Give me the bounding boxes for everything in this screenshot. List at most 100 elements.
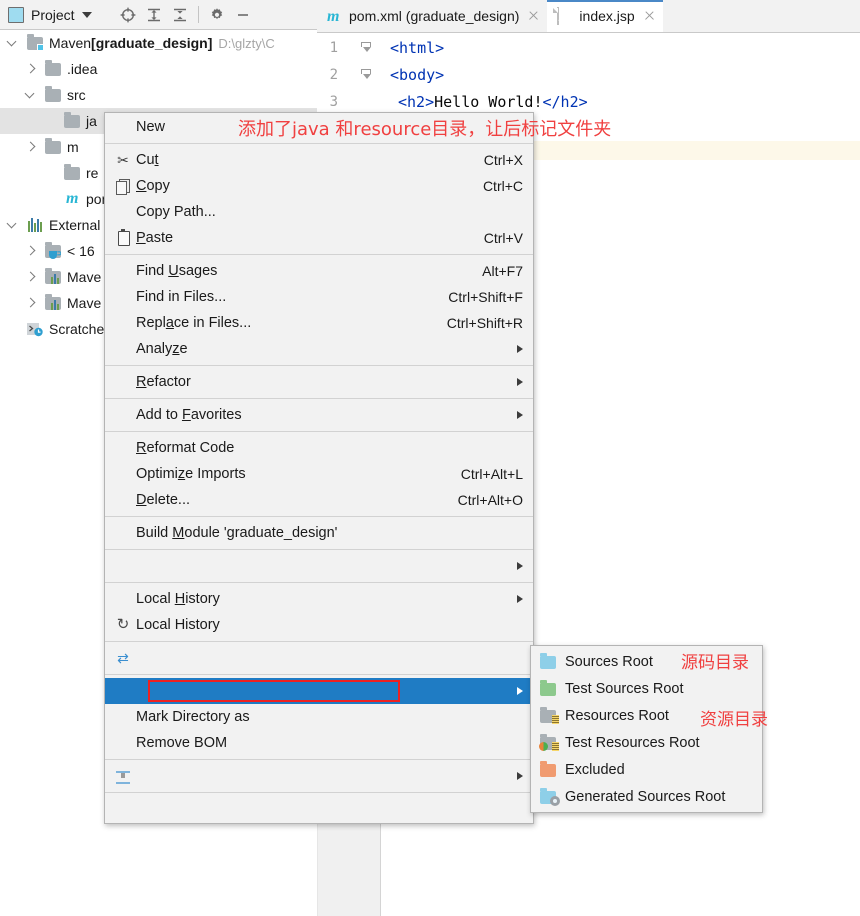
menu-item-remove-bom[interactable]: Mark Directory as bbox=[105, 704, 533, 730]
menu-item-refactor[interactable]: Refactor bbox=[105, 369, 533, 395]
tree-label: re bbox=[86, 165, 99, 181]
code-fold-icon[interactable] bbox=[361, 69, 372, 80]
sources-root-folder-icon bbox=[540, 652, 558, 669]
chevron-right-icon[interactable] bbox=[26, 246, 37, 257]
chevron-down-icon[interactable] bbox=[8, 38, 19, 49]
close-icon[interactable] bbox=[527, 10, 539, 22]
menu-item-label: Local History bbox=[136, 591, 220, 607]
maven-lib-icon bbox=[45, 294, 62, 310]
menu-item-mark-directory-as[interactable] bbox=[105, 678, 533, 704]
chevron-right-icon[interactable] bbox=[26, 64, 37, 75]
menu-separator bbox=[105, 792, 533, 793]
no-icon bbox=[113, 466, 133, 482]
menu-shortcut: Ctrl+Shift+F bbox=[448, 289, 523, 305]
expand-all-icon[interactable] bbox=[141, 2, 167, 28]
tree-label: < 16 bbox=[67, 243, 95, 259]
menu-separator bbox=[105, 549, 533, 550]
menu-item-paste[interactable]: Paste Ctrl+V bbox=[105, 225, 533, 251]
chevron-down-icon[interactable] bbox=[81, 11, 92, 18]
submenu-item-label: Resources Root bbox=[565, 707, 669, 724]
copy-icon bbox=[113, 178, 133, 195]
menu-item-optimize-imports[interactable]: Optimize Imports Ctrl+Alt+L bbox=[105, 461, 533, 487]
menu-item-copy-path[interactable]: Copy Path... bbox=[105, 199, 533, 225]
submenu-item-excluded[interactable]: Excluded bbox=[531, 756, 762, 783]
toolbar-divider bbox=[197, 6, 199, 23]
tree-label: src bbox=[67, 87, 86, 103]
no-icon bbox=[113, 119, 133, 135]
menu-item-reformat-code[interactable]: Reformat Code bbox=[105, 435, 533, 461]
annotation-highlight-box bbox=[148, 680, 400, 702]
menu-item-find-usages[interactable]: Find Usages Alt+F7 bbox=[105, 258, 533, 284]
locate-target-icon[interactable] bbox=[115, 2, 141, 28]
tree-label: Maven bbox=[49, 35, 92, 51]
menu-item-label: Find Usages bbox=[136, 263, 218, 279]
gear-icon[interactable] bbox=[204, 2, 230, 28]
chevron-down-icon[interactable] bbox=[26, 90, 37, 101]
tree-row-src[interactable]: src bbox=[0, 82, 317, 108]
tree-label-module: [graduate_design] bbox=[91, 35, 213, 51]
tab-label: index.jsp bbox=[579, 8, 635, 24]
menu-item-add-to-favorites[interactable]: Add to Favorites bbox=[105, 402, 533, 428]
menu-separator bbox=[105, 759, 533, 760]
menu-item-label: Refactor bbox=[136, 374, 191, 390]
menu-item-open-in[interactable] bbox=[105, 553, 533, 579]
menu-separator bbox=[105, 254, 533, 255]
menu-separator bbox=[105, 143, 533, 144]
menu-item-cut[interactable]: ✂ Cut Ctrl+X bbox=[105, 147, 533, 173]
tree-label: ja bbox=[86, 113, 97, 129]
menu-item-convert-java-to-kotlin[interactable] bbox=[105, 796, 533, 822]
menu-item-label: Replace in Files... bbox=[136, 315, 252, 331]
tab-index-jsp[interactable]: JSP index.jsp bbox=[547, 0, 663, 32]
menu-item-delete[interactable]: Delete... Ctrl+Alt+O bbox=[105, 487, 533, 513]
menu-item-compare-with[interactable]: ⇄ bbox=[105, 645, 533, 671]
line-number: 2 bbox=[329, 67, 338, 83]
no-icon bbox=[113, 204, 133, 220]
menu-shortcut: Ctrl+Alt+L bbox=[460, 466, 523, 482]
close-icon[interactable] bbox=[643, 10, 655, 22]
menu-separator bbox=[105, 641, 533, 642]
menu-item-local-history[interactable]: Local History bbox=[105, 586, 533, 612]
menu-item-build-module[interactable]: Build Module 'graduate_design' bbox=[105, 520, 533, 546]
minimize-icon[interactable] bbox=[230, 2, 256, 28]
code-line: <h2>Hello World!</h2> bbox=[398, 93, 588, 111]
context-menu[interactable]: New ✂ Cut Ctrl+X Copy Ctrl+C Copy Path..… bbox=[104, 112, 534, 824]
menu-separator bbox=[105, 365, 533, 366]
menu-item-analyze[interactable]: Analyze bbox=[105, 336, 533, 362]
no-icon bbox=[113, 525, 133, 541]
tree-row-module[interactable]: Maven [graduate_design] D:\glzty\C bbox=[0, 30, 317, 56]
panel-window-icon bbox=[8, 6, 24, 23]
menu-item-label: Remove BOM bbox=[136, 735, 228, 751]
chevron-down-icon[interactable] bbox=[8, 220, 19, 231]
menu-shortcut: Ctrl+C bbox=[482, 178, 523, 194]
submenu-item-label: Excluded bbox=[565, 761, 625, 778]
no-icon bbox=[113, 735, 133, 751]
annotation-top-note: 添加了java 和resource目录，让后标记文件夹 bbox=[238, 119, 612, 140]
module-path: D:\glzty\C bbox=[218, 35, 275, 51]
tab-pom-xml[interactable]: m pom.xml (graduate_design) bbox=[317, 0, 547, 32]
menu-item-diagrams[interactable] bbox=[105, 763, 533, 789]
no-icon bbox=[113, 801, 133, 817]
submenu-item-test-sources-root[interactable]: Test Sources Root bbox=[531, 675, 762, 702]
collapse-all-icon[interactable] bbox=[167, 2, 193, 28]
menu-item-label: Cut bbox=[136, 152, 159, 168]
submenu-item-test-resources-root[interactable]: Test Resources Root bbox=[531, 729, 762, 756]
menu-item-add-bom[interactable]: Remove BOM bbox=[105, 730, 533, 756]
chevron-right-icon[interactable] bbox=[26, 298, 37, 309]
menu-shortcut: Ctrl+V bbox=[483, 230, 523, 246]
menu-item-replace-in-files[interactable]: Replace in Files... Ctrl+Shift+R bbox=[105, 310, 533, 336]
no-icon bbox=[113, 341, 133, 357]
code-fold-icon[interactable] bbox=[361, 42, 372, 53]
menu-item-find-in-files[interactable]: Find in Files... Ctrl+Shift+F bbox=[105, 284, 533, 310]
menu-item-copy[interactable]: Copy Ctrl+C bbox=[105, 173, 533, 199]
submenu-item-generated-sources-root[interactable]: Generated Sources Root bbox=[531, 783, 762, 810]
tree-label: Mave bbox=[67, 269, 102, 285]
menu-item-reload-from-disk[interactable]: ↻ Local History bbox=[105, 612, 533, 638]
menu-separator bbox=[105, 582, 533, 583]
annotation-sources-root: 源码目录 bbox=[681, 653, 749, 673]
no-icon bbox=[113, 591, 133, 607]
tree-row-idea[interactable]: .idea bbox=[0, 56, 317, 82]
chevron-right-icon[interactable] bbox=[26, 272, 37, 283]
menu-item-label: Build Module 'graduate_design' bbox=[136, 525, 338, 541]
chevron-right-icon[interactable] bbox=[26, 142, 37, 153]
no-icon bbox=[113, 374, 133, 390]
